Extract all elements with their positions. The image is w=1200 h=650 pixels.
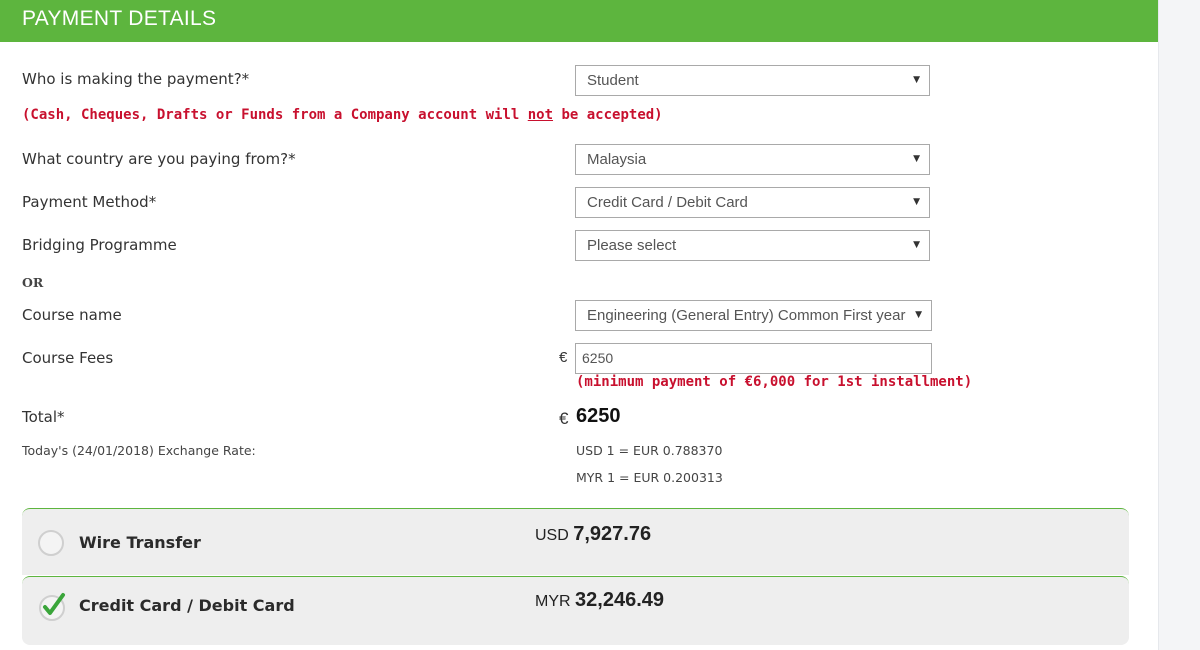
payment-option-amount: USD 7,927.76 <box>535 523 651 546</box>
course-name-label: Course name <box>22 306 122 324</box>
payment-details-header: PAYMENT DETAILS <box>0 0 1158 42</box>
bridging-programme-select[interactable]: Please select ▼ <box>575 230 930 261</box>
caret-down-icon: ▼ <box>915 310 922 320</box>
payment-option-label: Wire Transfer <box>79 533 201 552</box>
country-label: What country are you paying from?* <box>22 150 296 168</box>
exchange-rate-label: Today's (24/01/2018) Exchange Rate: <box>22 443 256 458</box>
payment-option-currency: USD <box>535 527 569 544</box>
country-select[interactable]: Malaysia ▼ <box>575 144 930 175</box>
payment-method-select[interactable]: Credit Card / Debit Card ▼ <box>575 187 930 218</box>
usd-exchange-rate: USD 1 = EUR 0.788370 <box>576 443 723 458</box>
or-separator: OR <box>22 275 44 290</box>
course-fees-label: Course Fees <box>22 349 114 367</box>
euro-symbol: € <box>559 409 569 428</box>
payment-option-label: Credit Card / Debit Card <box>79 596 295 615</box>
total-label: Total* <box>22 408 65 426</box>
payment-option-amount: MYR 32,246.49 <box>535 589 664 612</box>
checkmark-icon[interactable] <box>36 591 68 623</box>
minimum-payment-note: (minimum payment of €6,000 for 1st insta… <box>576 374 973 390</box>
caret-down-icon: ▼ <box>913 197 920 207</box>
radio-button-unchecked[interactable] <box>38 530 64 556</box>
payment-source-warning: (Cash, Cheques, Drafts or Funds from a C… <box>22 107 663 123</box>
payment-option-currency: MYR <box>535 593 571 610</box>
payer-select[interactable]: Student ▼ <box>575 65 930 96</box>
payment-option-wire-transfer[interactable]: Wire Transfer USD 7,927.76 <box>22 508 1129 575</box>
payment-option-value: 32,246.49 <box>575 589 664 611</box>
payment-method-select-value: Credit Card / Debit Card <box>587 194 748 211</box>
course-fees-value: 6250 <box>582 350 614 366</box>
course-name-select-value: Engineering (General Entry) Common First… <box>587 307 906 324</box>
caret-down-icon: ▼ <box>913 154 920 164</box>
euro-symbol: € <box>559 349 568 366</box>
course-name-select[interactable]: Engineering (General Entry) Common First… <box>575 300 932 331</box>
payment-method-label: Payment Method* <box>22 193 157 211</box>
payer-select-value: Student <box>587 72 639 89</box>
page-gutter <box>1158 0 1200 650</box>
page-title: PAYMENT DETAILS <box>22 7 217 30</box>
warning-emphasis: not <box>527 107 554 123</box>
myr-exchange-rate: MYR 1 = EUR 0.200313 <box>576 470 723 485</box>
payment-option-value: 7,927.76 <box>573 523 652 545</box>
caret-down-icon: ▼ <box>913 75 920 85</box>
bridging-programme-select-value: Please select <box>587 237 677 254</box>
total-amount: 6250 <box>576 405 621 427</box>
country-select-value: Malaysia <box>587 151 647 168</box>
course-fees-input[interactable]: 6250 <box>575 343 932 374</box>
payer-label: Who is making the payment?* <box>22 70 250 88</box>
bridging-programme-label: Bridging Programme <box>22 236 177 254</box>
caret-down-icon: ▼ <box>913 240 920 250</box>
payment-option-credit-card[interactable]: Credit Card / Debit Card MYR 32,246.49 <box>22 576 1129 645</box>
